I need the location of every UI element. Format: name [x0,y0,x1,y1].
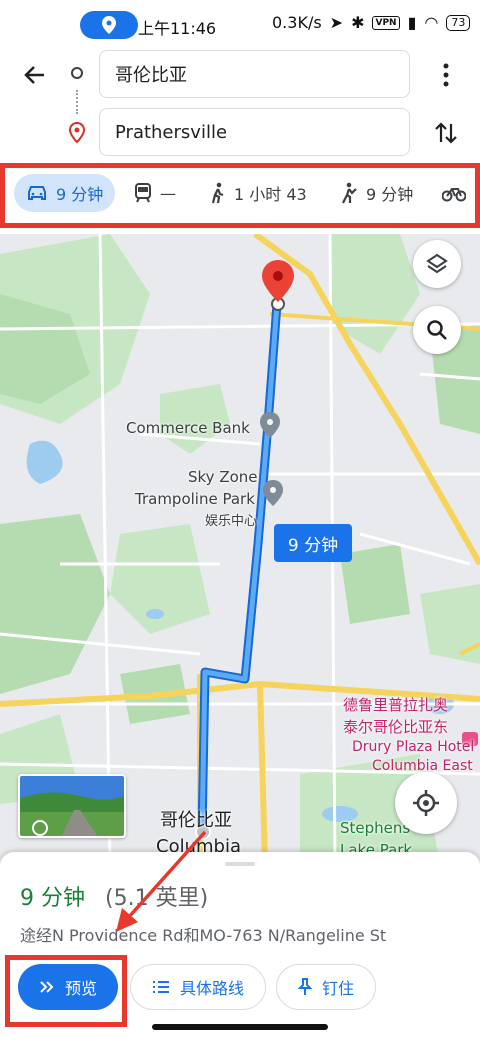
destination-pin-icon [68,122,86,144]
layers-button[interactable] [413,240,461,288]
location-pin-icon [102,16,116,34]
home-indicator [152,1024,328,1030]
search-button[interactable] [413,306,461,354]
signal-icon: ▮ [407,13,417,32]
list-icon [152,981,169,993]
route-time-bubble[interactable]: 9 分钟 [274,524,352,562]
tab-ride-label: 9 分钟 [366,185,414,204]
route-duration: 9 分钟 [20,886,85,911]
layers-icon [426,253,448,274]
steps-label: 具体路线 [179,979,244,998]
tab-walk[interactable]: 1 小时 43 [210,174,307,212]
tab-bike[interactable]: 2 [442,174,480,212]
travel-mode-tabs: 9 分钟 — 1 小时 43 9 分钟 2 [0,160,480,230]
tab-drive-label: 9 分钟 [56,185,104,204]
sheet-drag-handle[interactable] [225,862,255,866]
map-view[interactable]: Commerce Bank Sky Zone Trampoline Park 娱… [0,234,480,864]
preview-label: 预览 [64,979,97,998]
street-view-thumbnail[interactable] [18,774,126,838]
walk-icon [211,182,224,204]
map-label-trampoline-park: Trampoline Park [135,490,255,508]
bluetooth-icon: ✱ [351,13,365,32]
map-label-entertainment: 娱乐中心 [205,514,258,529]
pin-label: 钉住 [321,979,354,998]
train-icon [135,183,151,203]
ride-hail-icon [342,182,357,204]
vpn-badge: VPN [372,15,400,30]
map-label-city-cn: 哥伦比亚 [160,810,232,831]
route-distance: (5.1 英里) [105,886,209,911]
map-label-hotel-cn-2: 泰尔哥伦比亚东 [343,718,449,736]
tab-walk-label: 1 小时 43 [234,185,307,204]
origin-circle-icon [71,67,83,79]
tab-bike-label: 2 [474,183,480,203]
network-speed: 0.3K/s [272,13,322,32]
tab-transit-label: — [160,183,176,203]
map-label-hotel-cn-1: 德鲁里普拉扎奥 [343,696,449,714]
my-location-button[interactable] [395,772,457,834]
double-chevron-icon [40,981,54,993]
origin-input[interactable]: 哥伦比亚 [99,50,410,98]
status-icons: 0.3K/s ➤ ✱ VPN ▮ ◠ 73 [272,13,471,32]
location-arrow-icon: ➤ [329,13,344,32]
route-via: 途经N Providence Rd和MO-763 N/Rangeline St [20,926,387,945]
battery-indicator: 73 [446,14,471,31]
swap-icon[interactable] [432,118,460,148]
route-summary-sheet: 9 分钟 (5.1 英里) 途经N Providence Rd和MO-763 N… [0,852,480,1040]
tab-ride[interactable]: 9 分钟 [340,174,413,212]
search-icon [427,320,447,340]
map-label-sky-zone: Sky Zone [188,468,258,486]
steps-button[interactable]: 具体路线 [130,964,266,1010]
map-label-lake-1: Stephens [340,819,411,837]
pin-button[interactable]: 钉住 [276,964,376,1010]
status-bar: 上午11:46 0.3K/s ➤ ✱ VPN ▮ ◠ 73 [0,0,480,50]
more-options-icon[interactable] [436,60,456,90]
directions-header: 哥伦比亚 Prathersville [0,50,480,160]
preview-button[interactable]: 预览 [18,964,118,1010]
pushpin-icon [297,978,312,995]
bicycle-icon [442,188,466,202]
route-dots-divider [76,90,78,114]
wifi-icon: ◠ [424,13,439,32]
location-indicator [80,11,138,39]
crosshair-icon [413,790,439,816]
map-label-hotel-en-1: Drury Plaza Hotel [352,739,475,755]
back-arrow-icon[interactable] [20,60,50,90]
tab-drive[interactable]: 9 分钟 [14,174,116,212]
tab-transit[interactable]: — [134,174,176,212]
destination-input[interactable]: Prathersville [99,108,410,156]
map-label-commerce-bank: Commerce Bank [126,419,250,437]
status-time: 上午11:46 [138,19,217,38]
street-view-image [20,776,124,836]
car-icon [28,186,46,200]
